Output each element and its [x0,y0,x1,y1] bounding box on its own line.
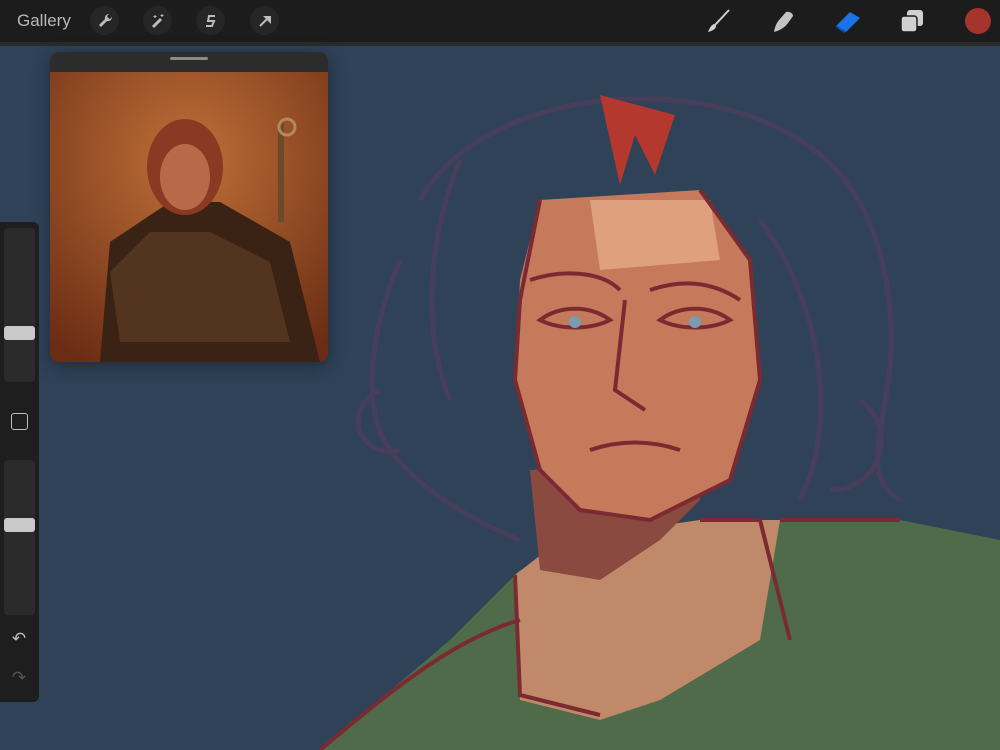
adjustments-button[interactable] [143,6,172,35]
sidebar: ↶ ↷ [0,222,39,702]
reference-image [50,72,328,362]
modify-button[interactable] [11,413,28,430]
eraser-icon [835,12,860,33]
sketch-face-highlight [590,200,720,270]
actions-button[interactable] [90,6,119,35]
undo-button[interactable]: ↶ [8,629,30,651]
magic-wand-icon [151,13,163,28]
reference-window[interactable] [50,52,328,362]
gallery-button[interactable]: Gallery [17,11,71,31]
selection-button[interactable] [196,6,225,35]
color-picker-button[interactable] [965,8,991,34]
brush-button[interactable] [704,7,732,35]
sketch-eye-right [689,316,701,328]
opacity-slider[interactable] [4,460,35,615]
reference-drag-handle[interactable] [170,57,208,60]
transform-button[interactable] [250,6,279,35]
selection-icon [205,14,215,27]
eraser-button[interactable] [834,7,862,35]
sketch-eye-left [569,316,581,328]
smudge-button[interactable] [769,7,797,35]
opacity-thumb[interactable] [4,517,35,532]
top-toolbar: Gallery [0,0,1000,46]
layers-icon [900,10,923,33]
layers-button[interactable] [898,7,926,35]
wrench-icon [98,13,112,27]
redo-button[interactable]: ↷ [8,668,30,690]
transform-arrow-icon [258,15,271,27]
brush-icon [708,9,730,32]
brush-size-thumb[interactable] [4,326,35,340]
smudge-icon [774,11,793,32]
brush-size-slider[interactable] [4,228,35,382]
